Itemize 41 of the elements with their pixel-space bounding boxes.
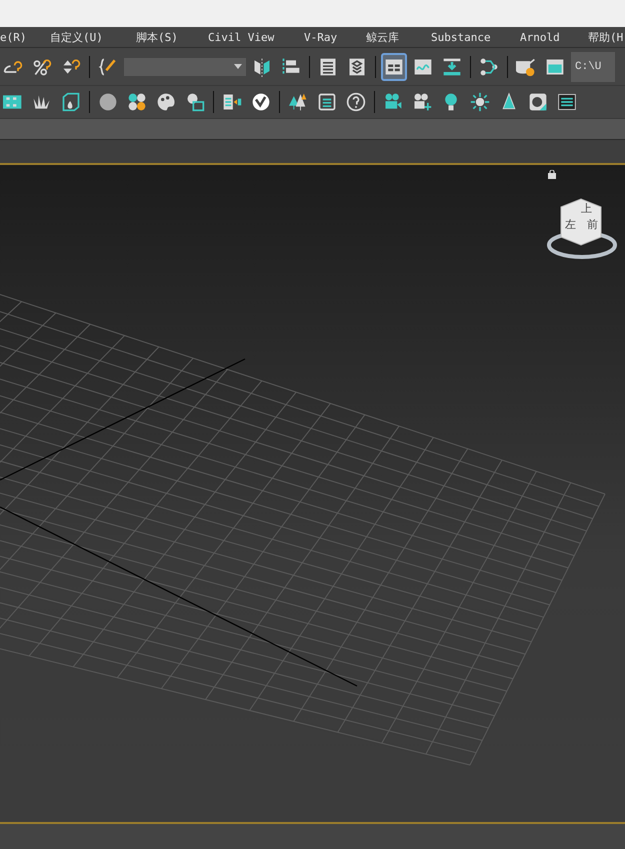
panel-grid-icon bbox=[384, 56, 404, 76]
path-field[interactable]: C:\U bbox=[571, 52, 615, 82]
layers-icon bbox=[347, 56, 367, 76]
cube-face-label: 上 bbox=[581, 201, 592, 216]
mirror-icon bbox=[252, 56, 272, 76]
list-panel-icon bbox=[317, 92, 337, 112]
align-icon bbox=[281, 56, 301, 76]
menu-item[interactable]: e(R) bbox=[0, 30, 50, 44]
panel-list-icon bbox=[557, 92, 577, 112]
menu-item[interactable]: Arnold bbox=[520, 30, 588, 44]
trees-icon bbox=[288, 92, 308, 112]
download-icon bbox=[442, 56, 462, 76]
sphere-frame-icon bbox=[185, 92, 205, 112]
sphere-icon bbox=[98, 92, 118, 112]
menu-item[interactable]: V-Ray bbox=[304, 30, 366, 44]
viewcube[interactable]: 上 左 前 bbox=[547, 195, 617, 259]
menu-item[interactable]: Substance bbox=[431, 30, 520, 44]
fire-box-icon bbox=[61, 92, 81, 112]
curve-editor-icon bbox=[413, 56, 433, 76]
camera-add-icon bbox=[412, 92, 432, 112]
menu-item[interactable]: Civil View bbox=[208, 30, 304, 44]
palette-icon bbox=[156, 92, 176, 112]
percent-snap-icon bbox=[32, 56, 52, 76]
render-window-icon bbox=[545, 56, 565, 76]
list-icon bbox=[318, 56, 338, 76]
render-setup-icon bbox=[222, 92, 242, 112]
sun-icon bbox=[470, 92, 490, 112]
menu-item[interactable]: 帮助(H bbox=[588, 30, 625, 44]
lock-icon bbox=[548, 170, 556, 179]
schematic-icon bbox=[479, 56, 499, 76]
cube-face-label: 左 bbox=[565, 217, 576, 232]
caret-icon bbox=[234, 64, 242, 69]
dots-icon bbox=[127, 92, 147, 112]
cube-face-label: 前 bbox=[587, 217, 598, 232]
menu-item[interactable]: 自定义(U) bbox=[50, 30, 136, 44]
menu-item[interactable]: 脚本(S) bbox=[136, 30, 208, 44]
menu-item[interactable]: 鲸云库 bbox=[366, 30, 431, 44]
help-icon bbox=[346, 92, 366, 112]
spinner-snap-icon bbox=[61, 56, 81, 76]
braces-pencil-icon bbox=[98, 56, 118, 76]
toolbar-button[interactable] bbox=[381, 52, 407, 80]
